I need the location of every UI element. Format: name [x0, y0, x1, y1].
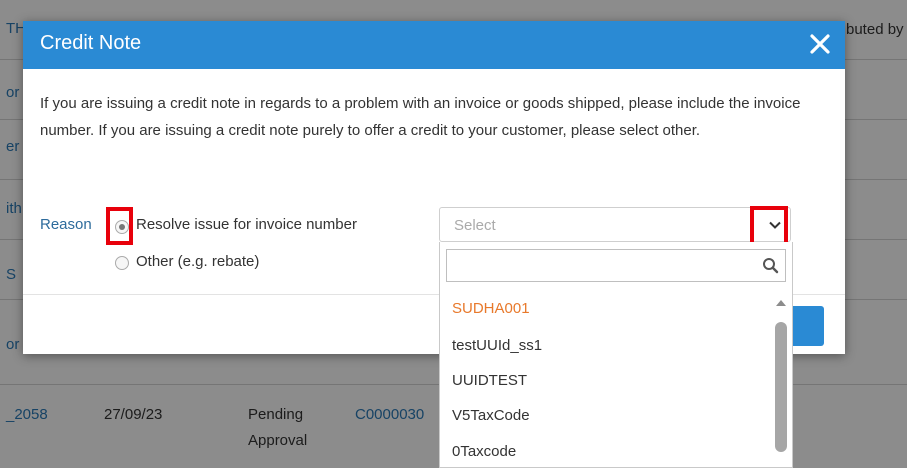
modal-description: If you are issuing a credit note in rega… [40, 95, 801, 139]
select-placeholder: Select [454, 217, 496, 234]
dropdown-search-input[interactable] [447, 250, 757, 281]
modal-title: Credit Note [40, 32, 142, 54]
search-icon [763, 258, 779, 274]
dropdown-item[interactable]: 0Taxcode [452, 443, 516, 460]
invoice-select[interactable]: Select [439, 207, 791, 242]
invoice-dropdown-list: SUDHA001 testUUId_ss1 UUIDTEST V5TaxCode… [439, 242, 793, 468]
dropdown-item[interactable]: V5TaxCode [452, 407, 530, 424]
radio-other[interactable] [115, 256, 129, 270]
highlight-box-radio [106, 207, 133, 245]
dropdown-item[interactable]: UUIDTEST [452, 372, 527, 389]
submit-button[interactable] [790, 306, 824, 346]
modal-header: Credit Note [23, 21, 845, 69]
dropdown-scrollbar[interactable] [775, 300, 787, 468]
dropdown-item[interactable]: testUUId_ss1 [452, 337, 542, 354]
scroll-up-icon[interactable] [776, 300, 786, 306]
dropdown-item[interactable]: SUDHA001 [452, 300, 530, 317]
radio-other-label[interactable]: Other (e.g. rebate) [136, 253, 259, 270]
scrollbar-thumb[interactable] [775, 322, 787, 452]
dropdown-search-field[interactable] [446, 249, 786, 282]
reason-label: Reason [40, 216, 92, 233]
radio-resolve-invoice-label[interactable]: Resolve issue for invoice number [136, 216, 357, 233]
close-icon[interactable] [807, 31, 833, 57]
